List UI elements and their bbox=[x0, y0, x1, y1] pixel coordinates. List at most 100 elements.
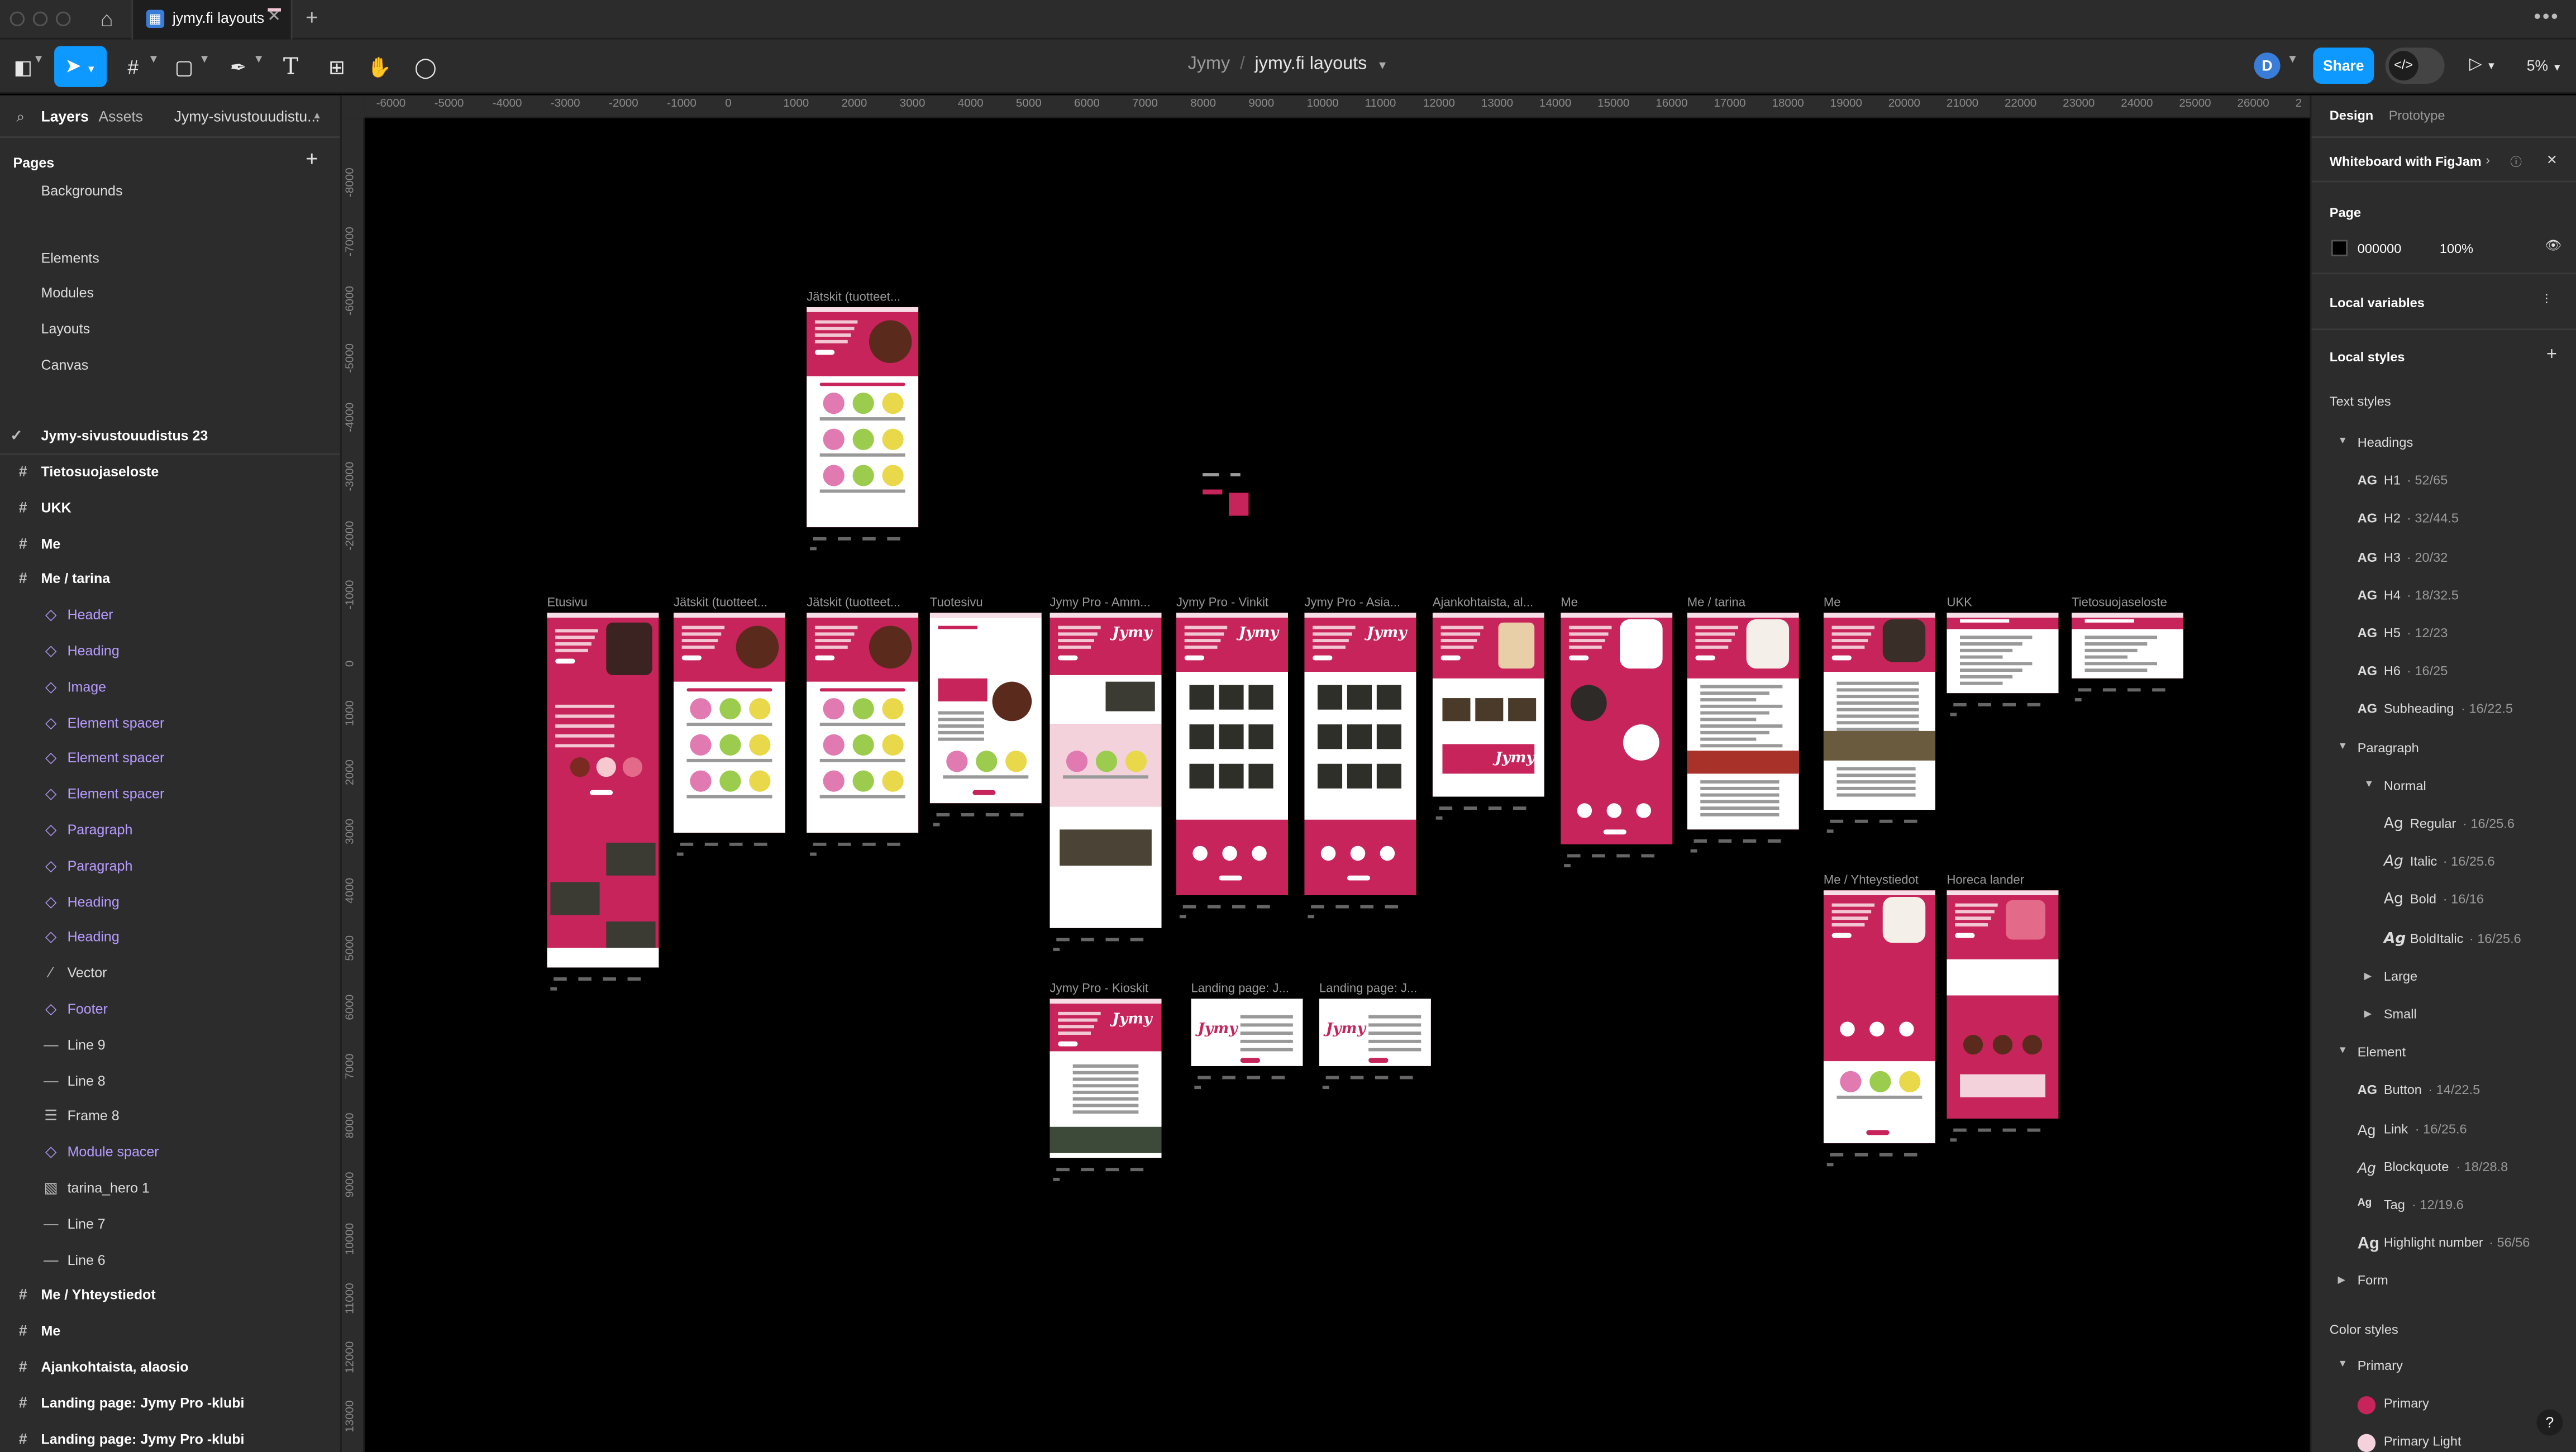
chevron-right-icon[interactable]: ▶ bbox=[2364, 1009, 2372, 1020]
eye-icon[interactable]: 👁 bbox=[2545, 238, 2561, 252]
style-group[interactable]: ▼ Headings bbox=[2311, 429, 2576, 462]
text-style-item[interactable]: AG Button · 14/22.5 bbox=[2311, 1077, 2576, 1110]
chevron-up-icon[interactable]: ▲ bbox=[312, 112, 322, 122]
tab-design[interactable]: Design bbox=[2330, 108, 2373, 123]
layer-item[interactable]: ▧ tarina_hero 1 bbox=[0, 1171, 340, 1206]
page-color-hex[interactable]: 000000 bbox=[2358, 241, 2402, 256]
frame-label[interactable]: Jymy Pro - Vinkit bbox=[1176, 595, 1268, 609]
page-item[interactable]: Modules bbox=[0, 276, 340, 311]
style-group[interactable]: ▼ Normal bbox=[2311, 772, 2576, 805]
layer-item[interactable]: ◇ Element spacer bbox=[0, 742, 340, 776]
layer-item[interactable]: ◇ Heading bbox=[0, 920, 340, 955]
tab-prototype[interactable]: Prototype bbox=[2389, 108, 2445, 123]
layer-item[interactable]: # Me / Yhteystiedot bbox=[0, 1279, 340, 1314]
close-tab-icon[interactable]: ✕ bbox=[267, 8, 281, 26]
layout-frame[interactable] bbox=[1687, 613, 1799, 830]
layer-item[interactable]: ☰ Frame 8 bbox=[0, 1100, 340, 1134]
layer-item[interactable]: ◇ Element spacer bbox=[0, 777, 340, 812]
frame-label[interactable]: Tuotesivu bbox=[930, 595, 983, 609]
color-style-item[interactable]: Primary Light bbox=[2311, 1427, 2576, 1452]
chevron-right-icon[interactable]: ▶ bbox=[2338, 1276, 2346, 1287]
chevron-right-icon[interactable]: › bbox=[2486, 153, 2490, 168]
tab-layers[interactable]: Layers bbox=[41, 108, 89, 125]
text-style-item[interactable]: Ag BoldItalic · 16/25.6 bbox=[2311, 924, 2576, 957]
layout-frame[interactable] bbox=[1947, 890, 2059, 1119]
text-style-item[interactable]: AG H6 · 16/25 bbox=[2311, 657, 2576, 690]
home-icon[interactable]: ⌂ bbox=[92, 5, 122, 35]
frame-label[interactable]: Jätskit (tuotteet... bbox=[674, 595, 767, 609]
chevron-down-icon[interactable]: ▼ bbox=[2338, 437, 2348, 447]
page-item[interactable]: Elements bbox=[0, 241, 340, 276]
page-opacity[interactable]: 100% bbox=[2440, 241, 2473, 256]
layout-frame[interactable] bbox=[807, 307, 919, 528]
text-style-item[interactable]: AG H1 · 52/65 bbox=[2311, 467, 2576, 500]
text-style-item[interactable]: Ag Tag · 12/19.6 bbox=[2311, 1191, 2576, 1224]
layer-item[interactable]: # Tietosuojaseloste bbox=[0, 455, 340, 490]
layer-item[interactable]: # Me bbox=[0, 527, 340, 561]
file-tab[interactable]: ▦ jymy.fi layouts ✕ bbox=[131, 0, 293, 40]
text-style-item[interactable]: Ag Regular · 16/25.6 bbox=[2311, 810, 2576, 843]
layout-frame[interactable]: Jymy bbox=[1304, 613, 1416, 896]
layout-frame[interactable] bbox=[1823, 613, 1935, 810]
text-style-item[interactable]: AG H3 · 20/32 bbox=[2311, 543, 2576, 576]
frame-label[interactable]: UKK bbox=[1947, 595, 1972, 609]
layout-frame[interactable]: Jymy bbox=[1191, 999, 1303, 1066]
layout-frame[interactable]: Jymy Jymy bbox=[1050, 613, 1162, 928]
layer-item[interactable]: ◇ Heading bbox=[0, 634, 340, 668]
breadcrumb-file[interactable]: jymy.fi layouts bbox=[1254, 54, 1367, 74]
frame-label[interactable]: Ajankohtaista, al... bbox=[1433, 595, 1533, 609]
frame-label[interactable]: Landing page: J... bbox=[1191, 981, 1289, 995]
style-group[interactable]: ▼ Paragraph bbox=[2311, 734, 2576, 767]
layer-item[interactable]: # Landing page: Jymy Pro -klubi bbox=[0, 1386, 340, 1421]
layer-item[interactable]: ◇ Module spacer bbox=[0, 1135, 340, 1170]
frame-label[interactable]: Landing page: J... bbox=[1319, 981, 1417, 995]
chevron-right-icon[interactable]: ▶ bbox=[2364, 971, 2372, 982]
color-style-item[interactable]: Primary bbox=[2311, 1389, 2576, 1422]
layout-frame[interactable] bbox=[1947, 613, 2059, 694]
layer-item[interactable]: # UKK bbox=[0, 491, 340, 526]
frame-label[interactable]: Me / tarina bbox=[1687, 595, 1745, 609]
layer-item[interactable]: — Line 8 bbox=[0, 1064, 340, 1098]
layer-item[interactable]: — Line 6 bbox=[0, 1243, 340, 1277]
text-style-item[interactable]: Ag Highlight number · 56/56 bbox=[2311, 1229, 2576, 1262]
search-icon[interactable]: ⌕ bbox=[16, 108, 25, 126]
local-variables-label[interactable]: Local variables bbox=[2330, 295, 2425, 310]
layout-frame[interactable]: Jymy bbox=[1432, 613, 1544, 797]
tab-assets[interactable]: Assets bbox=[98, 108, 142, 125]
text-style-item[interactable]: Ag Link · 16/25.6 bbox=[2311, 1115, 2576, 1148]
text-style-item[interactable]: AG Subheading · 16/22.5 bbox=[2311, 695, 2576, 728]
canvas[interactable]: Jätskit (tuotteet... Etusivu Jätskit (tuot… bbox=[364, 118, 2310, 1452]
chevron-down-icon[interactable]: ▼ bbox=[2287, 54, 2298, 66]
layout-frame[interactable] bbox=[673, 613, 785, 833]
layout-frame[interactable]: Jymy bbox=[1176, 613, 1289, 896]
new-tab-icon[interactable]: + bbox=[306, 5, 318, 30]
text-style-item[interactable]: Ag Italic · 16/25.6 bbox=[2311, 848, 2576, 881]
layer-item[interactable]: ◇ Image bbox=[0, 670, 340, 704]
layout-frame[interactable] bbox=[929, 613, 1042, 804]
chevron-down-icon[interactable]: ▼ bbox=[1377, 61, 1388, 73]
frame-label[interactable]: Me bbox=[1824, 595, 1841, 609]
frame-label[interactable]: Horeca lander bbox=[1947, 872, 2024, 887]
add-style-icon[interactable]: + bbox=[2546, 345, 2557, 365]
chevron-down-icon[interactable]: ▼ bbox=[2338, 1359, 2348, 1369]
page-item[interactable]: Canvas bbox=[0, 348, 340, 383]
layer-item[interactable]: — Line 9 bbox=[0, 1028, 340, 1063]
page-item[interactable]: Layouts bbox=[0, 312, 340, 347]
text-style-item[interactable]: AG H5 · 12/23 bbox=[2311, 619, 2576, 652]
layout-frame[interactable] bbox=[1561, 613, 1673, 844]
layout-frame[interactable] bbox=[547, 613, 659, 968]
dev-mode-toggle[interactable]: </> bbox=[2385, 47, 2445, 84]
layer-item[interactable]: # Me / tarina bbox=[0, 562, 340, 597]
help-button[interactable]: ? bbox=[2536, 1409, 2563, 1436]
layer-item[interactable]: ◇ Paragraph bbox=[0, 849, 340, 883]
current-page-selector[interactable]: Jymy-sivustouudistu... bbox=[174, 108, 319, 125]
layout-frame[interactable] bbox=[807, 613, 919, 833]
style-group[interactable]: ▼ Primary bbox=[2311, 1351, 2576, 1384]
layer-item[interactable]: — Line 7 bbox=[0, 1207, 340, 1241]
chevron-down-icon[interactable]: ▼ bbox=[2338, 1047, 2348, 1057]
frame-label[interactable]: Jätskit (tuotteet... bbox=[807, 595, 900, 609]
zoom-level[interactable]: 5% ▼ bbox=[2527, 58, 2562, 74]
frame-label[interactable]: Me / Yhteystiedot bbox=[1824, 872, 1919, 887]
frame-label[interactable]: Me bbox=[1561, 595, 1578, 609]
present-icon[interactable]: ▷ ▼ bbox=[2469, 56, 2496, 74]
